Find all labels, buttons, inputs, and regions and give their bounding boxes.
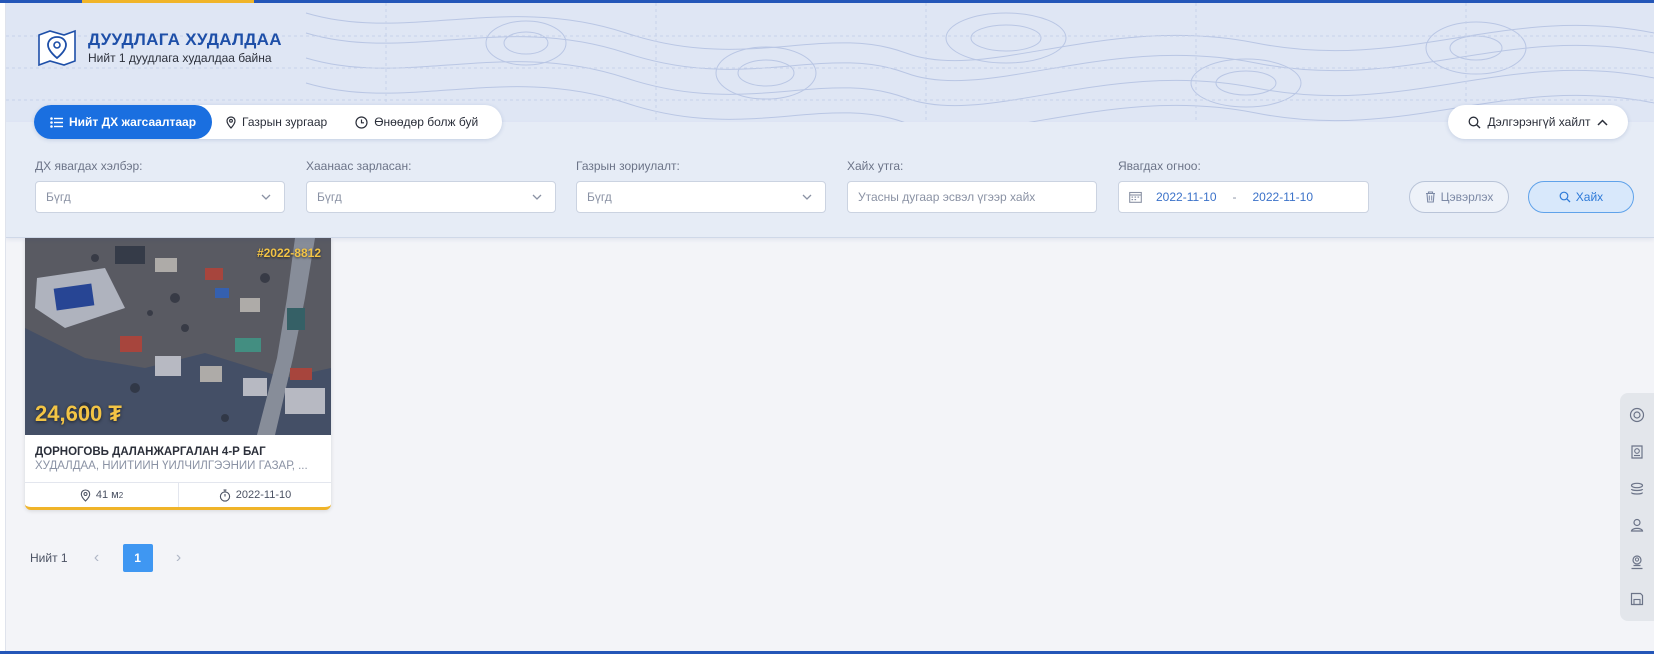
stopwatch-icon <box>219 488 230 502</box>
source-select[interactable]: Бүгд <box>306 181 556 213</box>
area-unit-sup: 2 <box>118 490 124 500</box>
filter-panel: ДХ явагдах хэлбэр: Бүгд Хаанаас зарласан… <box>6 122 1654 238</box>
date-cell: 2022-11-10 <box>178 483 331 507</box>
list-icon <box>50 116 63 128</box>
auction-title: ДОРНОГОВЬ ДАЛАНЖАРГАЛАН 4-Р БАГ <box>35 446 266 458</box>
brand: ДУУДЛАГА ХУДАЛДАА Нийт 1 дуудлага худалд… <box>36 27 282 67</box>
auction-meta: 41 м2 2022-11-10 <box>25 482 331 507</box>
page-title: ДУУДЛАГА ХУДАЛДАА <box>88 29 282 49</box>
side-toolbar <box>1620 393 1654 621</box>
auction-subtitle: ХУДАЛДАА, НИЙТИЙН ҮЙЛЧИЛГЭЭНИЙ ГАЗАР, ..… <box>35 460 308 472</box>
tab-today-label: Өнөөдөр болж буй <box>374 115 479 129</box>
search-icon <box>1469 116 1481 128</box>
tab-map-label: Газрын зургаар <box>242 115 328 129</box>
tab-map[interactable]: Газрын зургаар <box>212 105 341 139</box>
date-separator: - <box>1232 190 1237 204</box>
area-cell: 41 м2 <box>25 483 178 507</box>
date-filter-label: Явагдах огноо: <box>1118 159 1201 173</box>
source-filter: Хаанаас зарласан: Бүгд <box>306 159 556 213</box>
tab-list[interactable]: Нийт ДХ жагсаалтаар <box>34 105 213 139</box>
pagination-total: Нийт 1 <box>30 551 68 565</box>
page-1-button[interactable]: 1 <box>122 544 153 572</box>
chevron-down-icon <box>532 194 542 200</box>
location-icon <box>80 488 91 502</box>
calendar-icon <box>1129 191 1142 203</box>
top-accent <box>82 0 254 3</box>
next-page-button[interactable]: › <box>168 549 190 567</box>
search-button[interactable]: Хайх <box>1528 181 1634 213</box>
purpose-filter: Газрын зориулалт: Бүгд <box>576 159 826 213</box>
type-select-value: Бүгд <box>46 190 71 204</box>
certificate-icon[interactable] <box>1629 444 1645 460</box>
save-icon[interactable] <box>1629 591 1645 607</box>
keyword-filter-label: Хайх утга: <box>847 159 904 173</box>
type-filter-label: ДХ явагдах хэлбэр: <box>35 159 143 173</box>
view-tabs: Нийт ДХ жагсаалтаар Газрын зургаар Өнөөд… <box>34 105 503 139</box>
prev-page-button[interactable]: ‹ <box>86 549 108 567</box>
clock-icon <box>355 115 368 129</box>
date-filter: Явагдах огноо: 2022-11-10 - 2022-11-10 <box>1118 159 1369 213</box>
clear-button[interactable]: Цэвэрлэх <box>1409 181 1509 213</box>
keyword-placeholder: Утасны дугаар эсвэл үгээр хайх <box>858 190 1036 204</box>
user-icon[interactable] <box>1629 517 1645 533</box>
auction-date: 2022-11-10 <box>235 489 292 501</box>
advanced-search-label: Дэлгэрэнгүй хайлт <box>1487 115 1591 129</box>
date-from: 2022-11-10 <box>1156 190 1217 204</box>
chevron-down-icon <box>261 194 271 200</box>
pagination: Нийт 1 ‹ 1 › <box>30 544 190 572</box>
search-icon <box>1559 191 1571 203</box>
left-frame <box>0 0 6 654</box>
page-subtitle: Нийт 1 дуудлага худалдаа байна <box>88 50 272 65</box>
source-select-value: Бүгд <box>317 190 342 204</box>
date-to: 2022-11-10 <box>1252 190 1314 204</box>
user-badge-icon[interactable] <box>1629 554 1645 570</box>
source-filter-label: Хаанаас зарласан: <box>306 159 412 173</box>
chevron-up-icon <box>1597 118 1608 126</box>
search-button-label: Хайх <box>1575 190 1604 204</box>
stack-icon[interactable] <box>1629 481 1645 497</box>
map-pin-icon <box>226 115 236 129</box>
chevron-down-icon <box>802 194 812 200</box>
type-filter: ДХ явагдах хэлбэр: Бүгд <box>35 159 285 213</box>
auction-card[interactable]: #2022-8812 24,600 ₮ ДОРНОГОВЬ ДАЛАНЖАРГА… <box>25 238 331 510</box>
tab-list-label: Нийт ДХ жагсаалтаар <box>69 115 197 129</box>
keyword-input[interactable]: Утасны дугаар эсвэл үгээр хайх <box>847 181 1097 213</box>
map-logo-icon <box>38 29 76 67</box>
purpose-select[interactable]: Бүгд <box>576 181 826 213</box>
auction-id: #2022-8812 <box>256 246 321 260</box>
date-range-input[interactable]: 2022-11-10 - 2022-11-10 <box>1118 181 1369 213</box>
auction-price: 24,600 ₮ <box>35 401 122 426</box>
satellite-image: #2022-8812 24,600 ₮ <box>25 238 331 435</box>
purpose-filter-label: Газрын зориулалт: <box>576 159 680 173</box>
tab-today[interactable]: Өнөөдөр болж буй <box>341 105 492 139</box>
trash-icon <box>1425 191 1435 203</box>
purpose-select-value: Бүгд <box>587 190 612 204</box>
type-select[interactable]: Бүгд <box>35 181 285 213</box>
keyword-filter: Хайх утга: Утасны дугаар эсвэл үгээр хай… <box>847 159 1097 213</box>
advanced-search-button[interactable]: Дэлгэрэнгүй хайлт <box>1448 105 1628 139</box>
area-value: 41 м <box>95 489 119 501</box>
clear-button-label: Цэвэрлэх <box>1440 190 1494 204</box>
lifebuoy-icon[interactable] <box>1629 407 1645 423</box>
